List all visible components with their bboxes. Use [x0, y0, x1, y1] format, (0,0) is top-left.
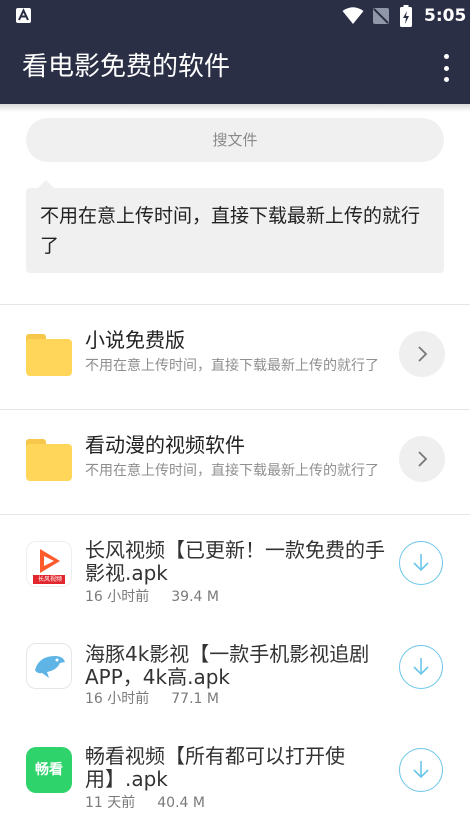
changfeng-app-icon: 长风视频	[26, 541, 72, 587]
folder-name: 看动漫的视频软件	[85, 433, 245, 457]
file-size: 39.4 M	[171, 589, 219, 605]
search-input[interactable]: 搜文件	[26, 118, 444, 162]
a-notification-icon	[16, 8, 31, 23]
more-vert-icon[interactable]	[440, 54, 452, 82]
chevron-right-icon[interactable]	[399, 436, 445, 482]
download-icon[interactable]	[399, 645, 443, 689]
download-icon[interactable]	[399, 748, 443, 792]
folder-row[interactable]: 小说免费版 不用在意上传时间，直接下载最新上传的就行了	[0, 305, 470, 409]
changfeng-icon-label: 长风视频	[37, 576, 62, 583]
file-time: 16 小时前	[85, 691, 150, 707]
file-meta: 16 小时前 77.1 M	[85, 690, 219, 708]
folder-row[interactable]: 看动漫的视频软件 不用在意上传时间，直接下载最新上传的就行了	[0, 410, 470, 514]
file-time: 11 天前	[85, 795, 136, 811]
app-bar-shadow	[0, 104, 470, 112]
status-bar: 5:05	[0, 0, 470, 32]
message-text: 不用在意上传时间，直接下载最新上传的就行了	[40, 205, 421, 257]
folder-icon	[26, 334, 72, 376]
file-meta: 16 小时前 39.4 M	[85, 588, 219, 606]
app-bar: 看电影免费的软件	[0, 32, 470, 104]
folder-description: 不用在意上传时间，直接下载最新上传的就行了	[85, 358, 379, 374]
file-meta: 11 天前 40.4 M	[85, 794, 205, 812]
file-size: 40.4 M	[157, 795, 205, 811]
bubble-tail	[38, 180, 54, 188]
file-row[interactable]: 畅看 畅看视频【所有都可以打开使用】.apk 11 天前 40.4 M	[0, 723, 470, 827]
page-title: 看电影免费的软件	[22, 52, 231, 82]
file-row[interactable]: 海豚4k影视【一款手机影视追剧APP，4k高.apk 16 小时前 77.1 M	[0, 619, 470, 723]
wifi-icon	[342, 7, 364, 24]
file-size: 77.1 M	[171, 691, 219, 707]
folder-description: 不用在意上传时间，直接下载最新上传的就行了	[85, 463, 379, 479]
folder-icon	[26, 439, 72, 481]
dolphin-app-icon	[26, 643, 72, 689]
status-time: 5:05	[424, 6, 467, 26]
message-bubble: 不用在意上传时间，直接下载最新上传的就行了	[26, 180, 444, 273]
file-name: 海豚4k影视【一款手机影视追剧APP，4k高.apk	[85, 642, 370, 689]
file-name: 长风视频【已更新！一款免费的手影视.apk	[85, 538, 385, 585]
changkan-icon-label: 畅看	[35, 762, 63, 778]
file-row[interactable]: 长风视频 长风视频【已更新！一款免费的手影视.apk 16 小时前 39.4 M	[0, 515, 470, 619]
battery-charging-icon	[400, 5, 412, 27]
download-icon[interactable]	[399, 541, 443, 585]
file-name: 畅看视频【所有都可以打开使用】.apk	[85, 744, 345, 791]
changkan-app-icon: 畅看	[26, 747, 72, 793]
file-time: 16 小时前	[85, 589, 150, 605]
folder-name: 小说免费版	[85, 328, 185, 352]
chevron-right-icon[interactable]	[399, 331, 445, 377]
no-sim-icon	[373, 8, 389, 24]
